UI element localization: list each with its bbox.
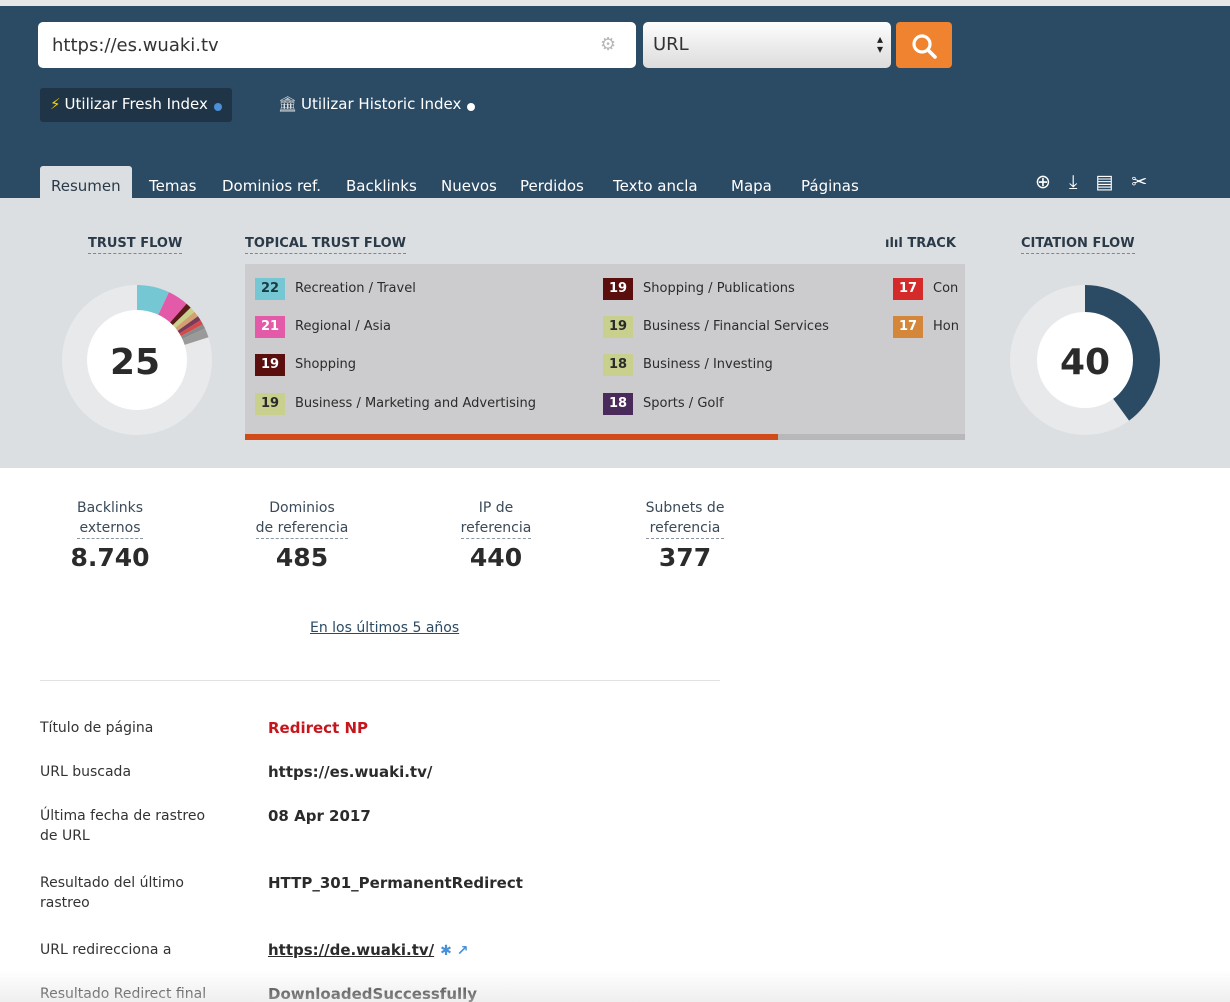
fresh-index-label: Utilizar Fresh Index xyxy=(64,95,208,113)
topical-trust-flow-title[interactable]: TOPICAL TRUST FLOW xyxy=(245,236,406,254)
stat-referring-ips: IP de referencia 440 xyxy=(446,498,546,572)
searched-url-label: URL buscada xyxy=(40,764,132,780)
export-icon[interactable]: ▤ xyxy=(1095,171,1113,193)
horizontal-scrollbar[interactable] xyxy=(245,434,965,440)
ttf-item[interactable]: 18 Business / Investing xyxy=(603,354,773,376)
lightning-icon: ⚡ xyxy=(50,95,61,113)
track-label: TRACK xyxy=(907,236,956,251)
select-arrows-icon: ▴ ▾ xyxy=(876,32,883,56)
ttf-score-badge: 18 xyxy=(603,354,633,376)
ttf-score-badge: 17 xyxy=(893,278,923,300)
stat-referring-domains: Dominios de referencia 485 xyxy=(240,498,364,572)
historic-index-label: Utilizar Historic Index xyxy=(301,95,462,113)
historic-index-toggle[interactable]: 🏛 Utilizar Historic Index xyxy=(268,88,485,122)
ttf-score-badge: 19 xyxy=(603,316,633,338)
scrollbar-thumb[interactable] xyxy=(245,434,778,440)
ttf-item[interactable]: 19 Shopping / Publications xyxy=(603,278,795,300)
stat-referring-subnets: Subnets de referencia 377 xyxy=(630,498,740,572)
page-title-label: Título de página xyxy=(40,720,154,736)
stat-value: 440 xyxy=(469,543,523,572)
redirect-row: https://de.wuaki.tv/ ✱ ↗ xyxy=(268,940,469,961)
final-redirect-value: DownloadedSuccessfully xyxy=(268,985,478,1002)
flow-metrics-panel: TRUST FLOW TOPICAL TRUST FLOW ılıl TRACK… xyxy=(0,198,1230,468)
ttf-item[interactable]: 19 Shopping xyxy=(255,354,356,376)
redirect-label: URL redirecciona a xyxy=(40,942,172,958)
ttf-topic-label: Regional / Asia xyxy=(295,319,391,334)
stat-label[interactable]: Backlinks externos xyxy=(76,498,144,539)
historic-index-radio[interactable] xyxy=(467,103,476,111)
ttf-score-badge: 19 xyxy=(255,393,285,415)
crawl-date-value: 08 Apr 2017 xyxy=(268,807,371,825)
ttf-item[interactable]: 18 Sports / Golf xyxy=(603,393,724,415)
ttf-item[interactable]: 22 Recreation / Travel xyxy=(255,278,416,300)
stat-label[interactable]: Subnets de referencia xyxy=(645,498,725,539)
ttf-score-badge: 17 xyxy=(893,316,923,338)
stat-value: 377 xyxy=(658,543,712,572)
citation-flow-title[interactable]: CITATION FLOW xyxy=(1021,236,1135,254)
ttf-topic-label: Sports / Golf xyxy=(643,396,724,411)
page-title-value: Redirect NP xyxy=(268,719,369,737)
add-report-icon[interactable]: ⊕ xyxy=(1035,171,1051,193)
topical-trust-flow-list: 22 Recreation / Travel 21 Regional / Asia … xyxy=(245,264,965,440)
crawl-result-label: Resultado del último rastreo xyxy=(40,875,184,911)
museum-icon: 🏛 xyxy=(278,95,298,113)
crawl-date-label: Última fecha de rastreo de URL xyxy=(40,808,206,844)
ttf-topic-label: Business / Investing xyxy=(643,357,773,372)
settings-gear-icon[interactable]: ⚙ xyxy=(600,34,616,55)
ttf-score-badge: 19 xyxy=(255,354,285,376)
citation-flow-value: 40 xyxy=(1060,342,1110,383)
ttf-item[interactable]: 19 Business / Financial Services xyxy=(603,316,829,338)
redirect-url-link[interactable]: https://de.wuaki.tv/ xyxy=(268,941,434,959)
ttf-topic-label: Con xyxy=(933,281,959,296)
ttf-item[interactable]: 17 Con xyxy=(893,278,958,300)
ttf-topic-label: Shopping xyxy=(295,357,357,372)
final-redirect-label: Resultado Redirect final xyxy=(40,986,207,1002)
ttf-score-badge: 22 xyxy=(255,278,285,300)
ttf-topic-label: Business / Financial Services xyxy=(643,319,829,334)
trust-flow-title[interactable]: TRUST FLOW xyxy=(88,236,183,254)
searched-url-value: https://es.wuaki.tv/ xyxy=(268,763,433,781)
ttf-score-badge: 19 xyxy=(603,278,633,300)
search-type-select[interactable]: URL ▴ ▾ xyxy=(643,22,891,68)
ttf-topic-label: Recreation / Travel xyxy=(295,281,416,296)
fresh-index-toggle[interactable]: ⚡ Utilizar Fresh Index xyxy=(40,88,232,122)
crawl-result-value: HTTP_301_PermanentRedirect xyxy=(268,874,523,892)
download-icon[interactable]: ⤓ xyxy=(1069,171,1077,193)
url-search-input[interactable] xyxy=(38,22,636,68)
search-header: ⚙ URL ▴▾ ⚡Utilizar Fresh Index 🏛Utilizar… xyxy=(0,0,1230,204)
ttf-item[interactable]: 17 Hon xyxy=(893,316,959,338)
fresh-index-radio[interactable] xyxy=(213,103,222,111)
search-type-value: URL xyxy=(653,34,689,55)
ttf-topic-label: Shopping / Publications xyxy=(643,281,795,296)
ttf-topic-label: Hon xyxy=(933,319,959,334)
ttf-score-badge: 18 xyxy=(603,393,633,415)
citation-flow-donut: 40 xyxy=(1010,285,1160,435)
search-button[interactable] xyxy=(896,22,952,68)
stat-label[interactable]: IP de referencia xyxy=(460,498,532,539)
ttf-topic-label: Business / Marketing and Advertising xyxy=(295,396,537,411)
stat-value: 8.740 xyxy=(70,543,150,572)
period-link[interactable]: En los últimos 5 años xyxy=(310,620,459,636)
bars-icon: ılıl xyxy=(885,236,908,251)
settings-gear-icon[interactable]: ✱ xyxy=(440,943,452,959)
stat-value: 485 xyxy=(275,543,329,572)
track-title[interactable]: ılıl TRACK xyxy=(885,236,956,253)
stat-backlinks: Backlinks externos 8.740 xyxy=(60,498,160,572)
trust-flow-donut: 25 xyxy=(62,285,212,435)
toolbar-icons: ⊕ ⤓ ▤ ✂ xyxy=(1035,171,1159,193)
stat-label[interactable]: Dominios de referencia xyxy=(255,498,349,539)
external-link-icon[interactable]: ↗ xyxy=(457,943,469,959)
magnifier-icon xyxy=(912,34,937,59)
tools-icon[interactable]: ✂ xyxy=(1131,171,1147,193)
ttf-item[interactable]: 19 Business / Marketing and Advertising xyxy=(255,393,536,415)
ttf-item[interactable]: 21 Regional / Asia xyxy=(255,316,391,338)
trust-flow-value: 25 xyxy=(110,342,160,383)
ttf-score-badge: 21 xyxy=(255,316,285,338)
divider xyxy=(40,680,720,681)
